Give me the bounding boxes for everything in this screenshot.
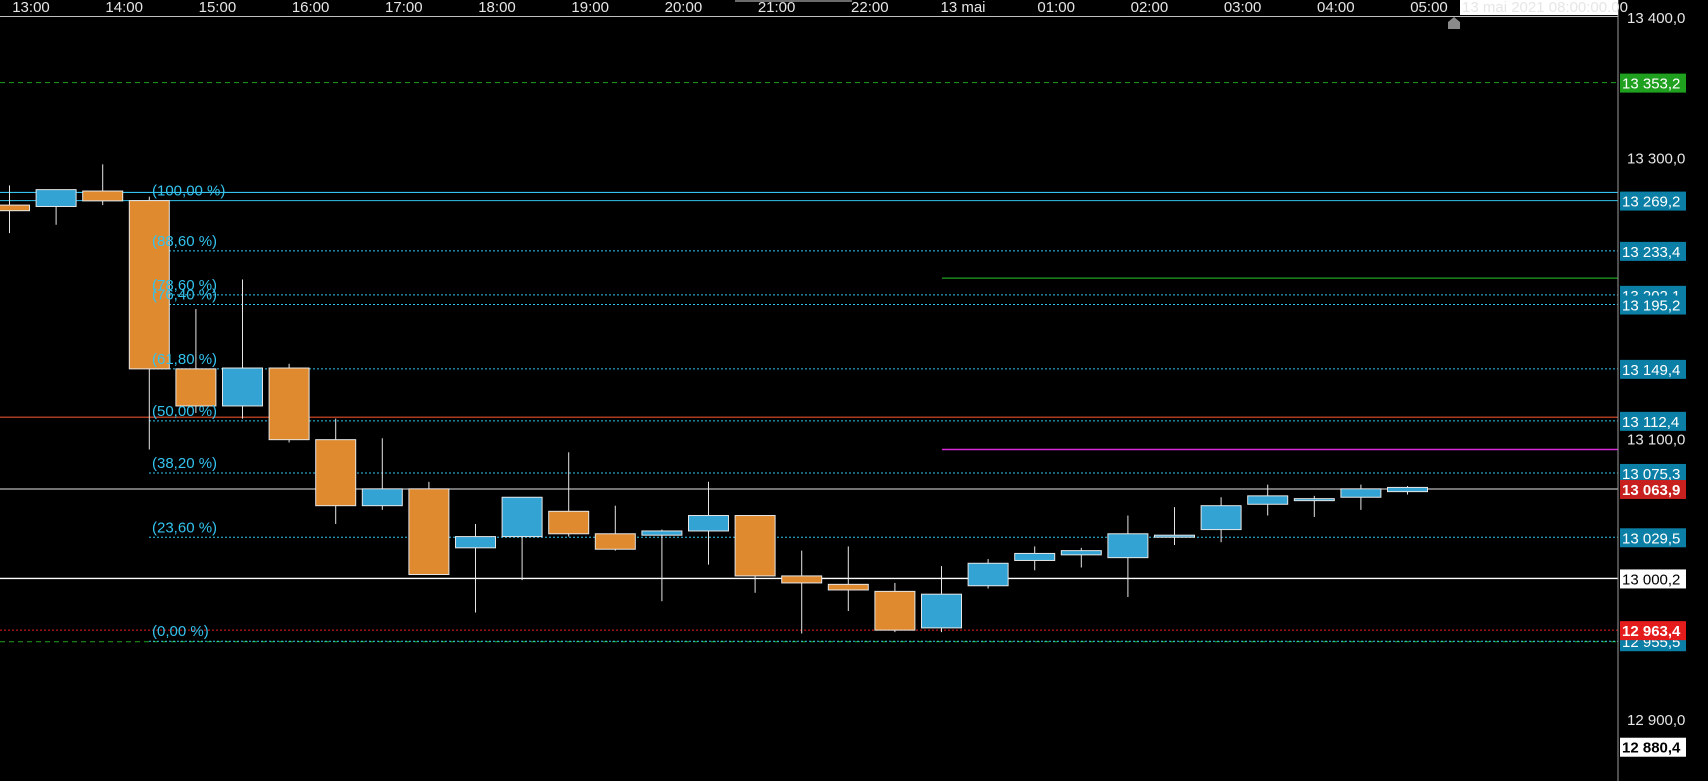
time-tick-label: 02:00: [1131, 0, 1169, 16]
candle-body: [874, 590, 916, 631]
price-tick-label: 12 900,0: [1627, 712, 1685, 729]
time-tick-label: 15:00: [199, 0, 237, 16]
candle-body: [1387, 486, 1428, 493]
fib-price-label: 13 149,4: [1622, 362, 1680, 379]
fib-level-label: (100,00 %): [152, 183, 225, 200]
fib-level-label: (0,00 %): [152, 623, 209, 640]
candle-body: [315, 439, 357, 507]
candle-body: [1060, 550, 1102, 556]
candle-body: [361, 488, 403, 507]
time-tick-label: 13:00: [12, 0, 50, 16]
price-axis-panel[interactable]: [1618, 0, 1708, 781]
candlestick-chart[interactable]: (100,00 %)(88,60 %)(78,60 %)(76,40 %)(61…: [0, 0, 1708, 781]
candle-body: [175, 368, 217, 407]
time-tick-label: 22:00: [851, 0, 889, 16]
price-tick-label: 13 100,0: [1627, 431, 1685, 448]
candle-body: [1014, 552, 1056, 561]
fib-level-label: (50,00 %): [152, 403, 217, 420]
last-price-label: 13 063,9: [1622, 482, 1680, 499]
time-tick-label: 05:00: [1410, 0, 1448, 16]
time-tick-label: 17:00: [385, 0, 423, 16]
fib-price-label: 13 112,4: [1622, 414, 1679, 431]
candle-body: [827, 583, 869, 591]
candle-body: [594, 533, 636, 550]
round-price-label: 13 000,2: [1622, 571, 1680, 588]
candle-body: [1200, 505, 1242, 531]
fib-price-label: 13 195,2: [1622, 298, 1680, 315]
candle-body: [781, 575, 823, 584]
candle-body: [0, 204, 30, 212]
candle-body: [734, 515, 776, 577]
time-tick-label: 21:00: [758, 0, 796, 16]
candle-body: [967, 562, 1009, 587]
candle-body: [222, 367, 263, 407]
time-tick-label: 19:00: [571, 0, 609, 16]
fib-price-label: 13 029,5: [1622, 530, 1680, 547]
candle-body: [455, 536, 496, 549]
candle-body: [1154, 534, 1195, 538]
time-tick-label: 18:00: [478, 0, 516, 16]
time-tick-label: 04:00: [1317, 0, 1355, 16]
candle-body: [268, 367, 310, 441]
time-tick-label: 01:00: [1037, 0, 1075, 16]
price-tick-label: 13 400,0: [1627, 10, 1685, 27]
candle-body: [35, 189, 77, 207]
price-tick-label: 13 300,0: [1627, 150, 1685, 167]
fib-price-label: 13 269,2: [1622, 194, 1680, 211]
time-tick-label: 20:00: [665, 0, 703, 16]
candle-body: [1293, 498, 1335, 502]
candle-body: [921, 593, 962, 629]
candle-body: [82, 190, 124, 202]
candle-body: [548, 510, 590, 535]
time-tick-label: 03:00: [1224, 0, 1262, 16]
candle-body: [1340, 488, 1382, 498]
low-price-label: 12 963,4: [1622, 623, 1681, 640]
resistance-price-label: 13 353,2: [1622, 76, 1680, 93]
fib-level-label: (38,20 %): [152, 455, 217, 472]
bottom-price-label: 12 880,4: [1622, 740, 1681, 757]
time-tick-label: 13 mai: [940, 0, 985, 16]
fib-level-label: (23,60 %): [152, 519, 217, 536]
candle-body: [641, 530, 683, 536]
candle-body: [501, 496, 543, 538]
candle-body: [1247, 495, 1289, 505]
fib-level-label: (88,60 %): [152, 233, 217, 250]
fib-level-label: (61,80 %): [152, 351, 217, 368]
time-tick-label: 16:00: [292, 0, 330, 16]
candle-body: [408, 488, 450, 576]
fib-level-label: (76,40 %): [152, 287, 217, 304]
candle-body: [1107, 533, 1149, 559]
fib-price-label: 13 233,4: [1622, 244, 1680, 261]
crosshair-time-label: 13 mai 2021 08:00:00.00: [1462, 0, 1628, 16]
candle-body: [688, 515, 729, 532]
time-tick-label: 14:00: [105, 0, 143, 16]
